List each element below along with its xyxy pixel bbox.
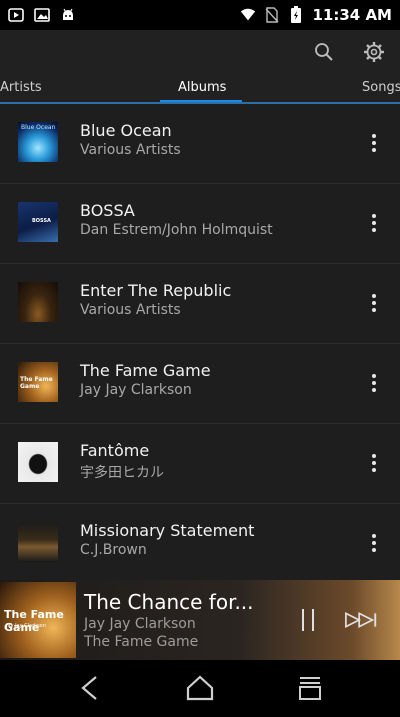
album-artist: Jay Jay Clarkson bbox=[80, 382, 192, 398]
album-row[interactable]: Fantôme 宇多田ヒカル bbox=[0, 424, 400, 504]
system-nav-bar bbox=[0, 660, 400, 717]
album-title: BOSSA bbox=[80, 201, 135, 220]
tab-artists[interactable]: Artists bbox=[0, 80, 42, 95]
album-art: BOSSA bbox=[18, 202, 58, 242]
album-artist: Various Artists bbox=[80, 302, 181, 318]
album-art bbox=[18, 282, 58, 322]
album-row[interactable]: The Fame Game The Fame Game Jay Jay Clar… bbox=[0, 344, 400, 424]
album-list: Blue Ocean Blue Ocean Various Artists BO… bbox=[0, 104, 400, 580]
album-row[interactable]: Blue Ocean Blue Ocean Various Artists bbox=[0, 104, 400, 184]
back-icon[interactable] bbox=[72, 672, 108, 704]
album-title: Blue Ocean bbox=[80, 121, 172, 140]
skip-next-icon[interactable] bbox=[344, 602, 380, 638]
recent-apps-icon[interactable] bbox=[292, 672, 328, 704]
search-icon[interactable] bbox=[310, 38, 338, 66]
more-options-icon[interactable] bbox=[362, 446, 386, 480]
tab-songs[interactable]: Songs bbox=[362, 80, 400, 95]
album-artist: Various Artists bbox=[80, 142, 181, 158]
no-sim-icon bbox=[264, 7, 280, 23]
now-playing-artist: Jay Jay Clarkson bbox=[84, 616, 196, 632]
more-options-icon[interactable] bbox=[362, 206, 386, 240]
album-art bbox=[18, 442, 58, 482]
more-options-icon[interactable] bbox=[362, 126, 386, 160]
more-options-icon[interactable] bbox=[362, 366, 386, 400]
android-icon bbox=[60, 7, 76, 23]
gear-icon[interactable] bbox=[360, 38, 388, 66]
status-time: 11:34 AM bbox=[312, 6, 392, 24]
now-playing-title: The Chance for... bbox=[84, 590, 254, 614]
album-art: The Fame Game bbox=[18, 362, 58, 402]
app-bar bbox=[0, 30, 400, 74]
more-options-icon[interactable] bbox=[362, 526, 386, 560]
now-playing-album-art[interactable]: The Fame Game Jay Jay Clarkson bbox=[0, 582, 76, 658]
album-title: The Fame Game bbox=[80, 361, 211, 380]
more-options-icon[interactable] bbox=[362, 286, 386, 320]
album-artist: C.J.Brown bbox=[80, 542, 147, 558]
album-artist: 宇多田ヒカル bbox=[80, 465, 164, 481]
wifi-icon bbox=[240, 7, 256, 23]
album-row[interactable]: Enter The Republic Various Artists bbox=[0, 264, 400, 344]
now-playing-bar[interactable]: The Fame Game Jay Jay Clarkson The Chanc… bbox=[0, 580, 400, 660]
album-title: Missionary Statement bbox=[80, 521, 255, 540]
album-artist: Dan Estrem/John Holmquist bbox=[80, 222, 273, 238]
image-icon bbox=[34, 7, 50, 23]
battery-icon bbox=[288, 6, 304, 23]
album-row[interactable]: BOSSA BOSSA Dan Estrem/John Holmquist bbox=[0, 184, 400, 264]
album-art bbox=[18, 522, 58, 562]
album-art: Blue Ocean bbox=[18, 122, 58, 162]
album-row[interactable]: Missionary Statement C.J.Brown bbox=[0, 504, 400, 580]
home-icon[interactable] bbox=[182, 672, 218, 704]
tab-albums[interactable]: Albums bbox=[178, 80, 226, 95]
status-bar: 11:34 AM bbox=[0, 0, 400, 30]
pause-icon[interactable] bbox=[290, 602, 326, 638]
play-store-icon bbox=[8, 7, 24, 23]
tab-bar: Artists Albums Songs bbox=[0, 74, 400, 104]
album-title: Fantôme bbox=[80, 441, 150, 460]
now-playing-album: The Fame Game bbox=[84, 634, 199, 650]
album-title: Enter The Republic bbox=[80, 281, 232, 300]
